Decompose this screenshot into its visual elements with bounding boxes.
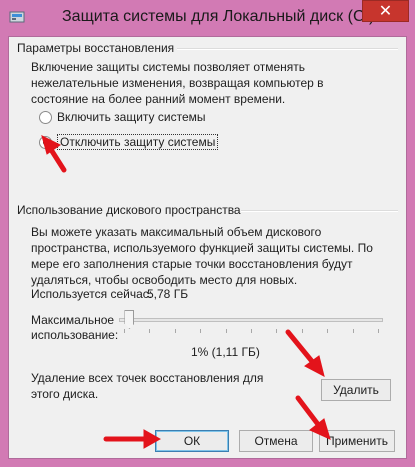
apply-button[interactable]: Применить bbox=[319, 430, 395, 452]
slider-tick bbox=[301, 329, 303, 333]
radio-enable-protection[interactable]: Включить защиту системы bbox=[39, 110, 206, 124]
slider-tick bbox=[327, 329, 329, 333]
radio-button[interactable] bbox=[39, 110, 52, 124]
restore-description: Включение защиты системы позволяет отмен… bbox=[31, 60, 324, 106]
slider-value-text: 1% (1,11 ГБ) bbox=[191, 345, 260, 359]
slider-tick bbox=[276, 329, 278, 333]
delete-button[interactable]: Удалить bbox=[321, 379, 391, 401]
radio-disable-label: Отключить защиту системы bbox=[57, 134, 219, 150]
max-usage-slider-track[interactable] bbox=[119, 318, 383, 322]
close-button[interactable]: ✕ bbox=[362, 0, 409, 22]
disk-group-title: Использование дискового пространства bbox=[17, 203, 241, 217]
restore-group-title: Параметры восстановления bbox=[17, 41, 175, 55]
group-divider bbox=[177, 48, 398, 50]
cancel-button[interactable]: Отмена bbox=[239, 430, 313, 452]
radio-button-selected[interactable] bbox=[39, 135, 52, 149]
slider-tick bbox=[149, 329, 151, 333]
slider-tick bbox=[124, 329, 125, 333]
system-protection-icon bbox=[8, 8, 26, 26]
max-usage-label-2: использование: bbox=[31, 328, 119, 342]
slider-tick bbox=[352, 329, 354, 333]
close-icon: ✕ bbox=[378, 3, 393, 20]
slider-tick bbox=[225, 329, 227, 333]
slider-tick bbox=[251, 329, 252, 333]
slider-tick bbox=[378, 329, 379, 333]
dialog-content: Параметры восстановления Включение защит… bbox=[8, 36, 407, 459]
slider-tick bbox=[200, 329, 202, 333]
current-usage-value: 5,78 ГБ bbox=[147, 287, 189, 301]
delete-description: Удаление всех точек восстановления для э… bbox=[31, 371, 264, 401]
max-usage-label: Максимальное bbox=[31, 313, 115, 327]
radio-disable-protection[interactable]: Отключить защиту системы bbox=[39, 134, 219, 150]
slider-tick bbox=[174, 329, 176, 333]
window-title: Защита системы для Локальный диск (C:) bbox=[62, 8, 375, 25]
radio-enable-label: Включить защиту системы bbox=[57, 110, 206, 124]
current-usage-label: Используется сейчас: bbox=[31, 287, 153, 301]
ok-button[interactable]: ОК bbox=[155, 430, 229, 452]
max-usage-slider-thumb[interactable] bbox=[124, 310, 135, 329]
group-divider bbox=[241, 210, 398, 212]
title-bar[interactable]: Защита системы для Локальный диск (C:) ✕ bbox=[0, 0, 415, 36]
dialog-window: Защита системы для Локальный диск (C:) ✕… bbox=[0, 0, 415, 467]
disk-description: Вы можете указать максимальный объем дис… bbox=[31, 225, 373, 287]
